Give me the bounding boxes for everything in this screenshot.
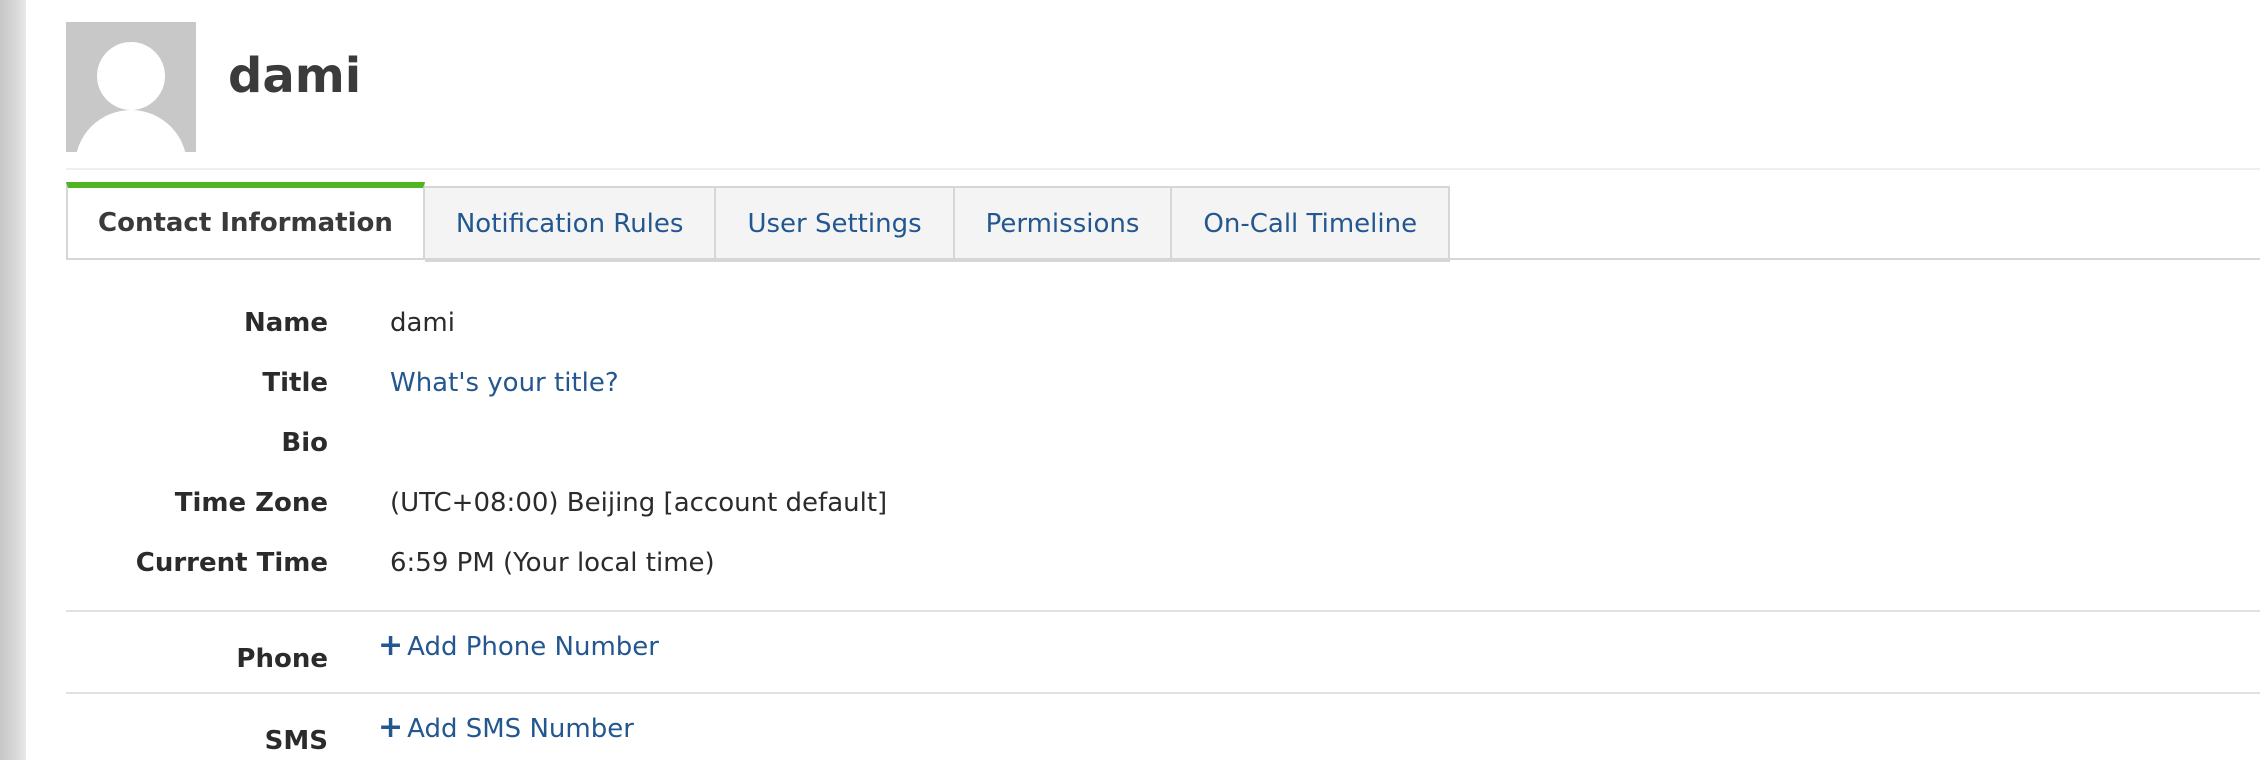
title-value-link[interactable]: What's your title? — [390, 368, 619, 398]
window-edge-shadow — [0, 0, 26, 760]
name-value: dami — [390, 308, 455, 338]
add-phone-number-link[interactable]: + Add Phone Number — [378, 628, 659, 663]
add-sms-number-label: Add SMS Number — [407, 714, 634, 744]
user-name-heading: dami — [228, 48, 362, 104]
phone-label: Phone — [236, 644, 328, 674]
name-label: Name — [243, 308, 328, 338]
sms-label: SMS — [264, 726, 328, 756]
header-divider — [66, 168, 2260, 170]
plus-icon: + — [378, 628, 404, 663]
current-time-value: 6:59 PM (Your local time) — [390, 548, 715, 578]
contact-row-current-time: Current Time 6:59 PM (Your local time) — [66, 546, 2260, 586]
tab-notification-rules[interactable]: Notification Rules — [424, 186, 717, 262]
title-label: Title — [262, 368, 328, 398]
avatar-body-shape — [75, 110, 187, 152]
contact-row-name: Name dami — [66, 306, 2260, 346]
profile-tabs: Contact Information Notification Rules U… — [66, 182, 1451, 262]
time-zone-label: Time Zone — [174, 488, 328, 518]
tabs-divider — [66, 258, 2260, 260]
add-phone-number-label: Add Phone Number — [407, 632, 659, 662]
contact-row-time-zone: Time Zone (UTC+08:00) Beijing [account d… — [66, 486, 2260, 526]
tab-permissions[interactable]: Permissions — [954, 186, 1173, 262]
contact-row-bio: Bio — [66, 426, 2260, 466]
contact-row-title: Title What's your title? — [66, 366, 2260, 406]
current-time-label: Current Time — [135, 548, 328, 578]
time-zone-value: (UTC+08:00) Beijing [account default] — [390, 488, 888, 518]
phone-section-divider — [66, 610, 2260, 612]
avatar-head-shape — [97, 42, 165, 110]
tab-user-settings[interactable]: User Settings — [716, 186, 955, 262]
plus-icon: + — [378, 710, 404, 745]
add-sms-number-link[interactable]: + Add SMS Number — [378, 710, 634, 745]
bio-label: Bio — [281, 428, 328, 458]
user-avatar — [66, 22, 196, 152]
tab-on-call-timeline[interactable]: On-Call Timeline — [1172, 186, 1451, 262]
tab-contact-information[interactable]: Contact Information — [66, 182, 425, 260]
sms-section-divider — [66, 692, 2260, 694]
